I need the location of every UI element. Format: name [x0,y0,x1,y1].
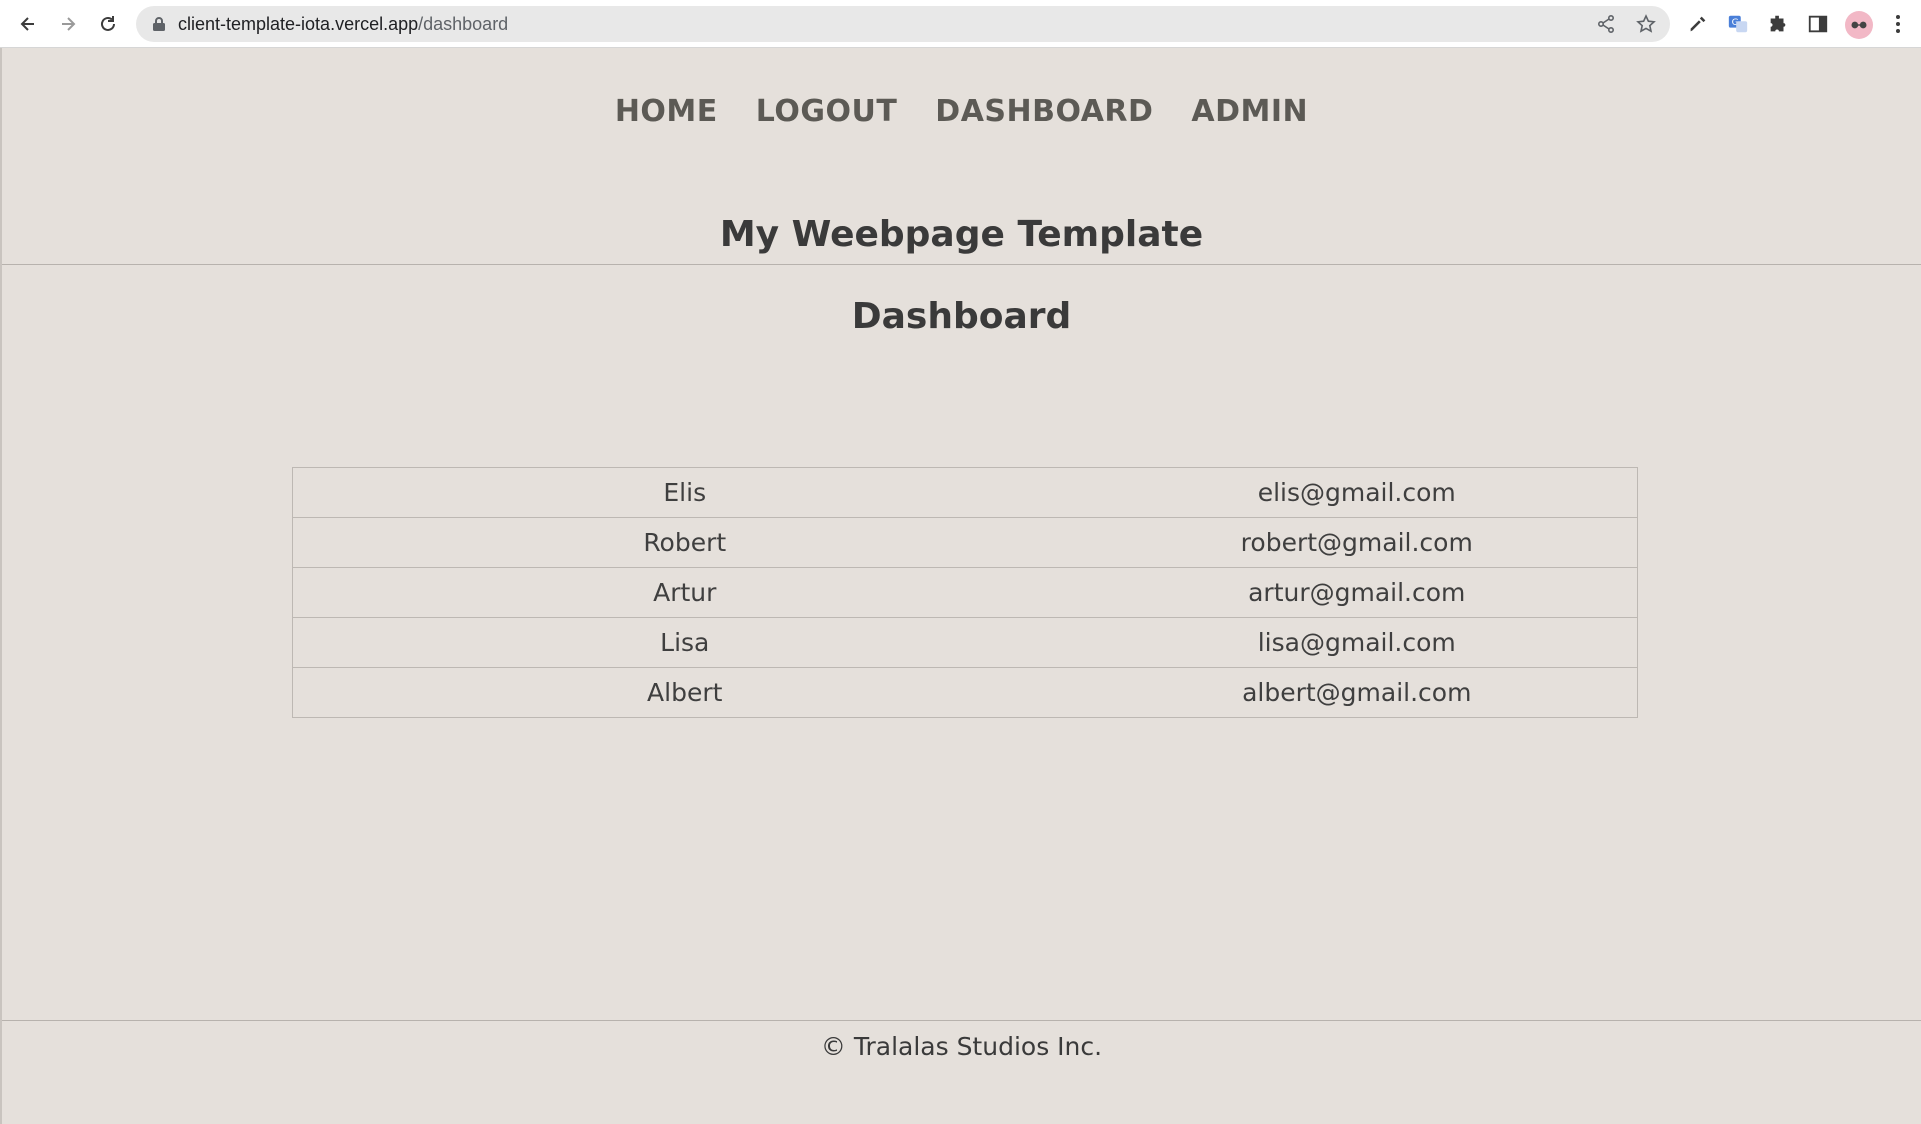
star-icon[interactable] [1636,14,1656,34]
url-path: /dashboard [418,14,509,34]
table-row: Robert robert@gmail.com [292,517,1638,568]
header-divider [2,264,1921,265]
nav-logout[interactable]: LOGOUT [756,94,898,129]
address-bar[interactable]: client-template-iota.vercel.app/dashboar… [136,6,1670,42]
eyedropper-icon[interactable] [1686,12,1710,36]
user-name: Elis [292,467,1077,518]
reload-icon[interactable] [93,9,123,39]
user-email: artur@gmail.com [1076,567,1638,618]
share-icon[interactable] [1596,14,1616,34]
browser-toolbar: client-template-iota.vercel.app/dashboar… [0,0,1921,48]
profile-avatar[interactable] [1845,11,1873,39]
user-email: robert@gmail.com [1076,517,1638,568]
page-title: Dashboard [851,296,1072,337]
table-row: Albert albert@gmail.com [292,667,1638,718]
user-name: Artur [292,567,1077,618]
url-host: client-template-iota.vercel.app [178,14,419,34]
users-table: Elis elis@gmail.com Robert robert@gmail.… [292,467,1638,718]
translate-icon[interactable]: G [1726,12,1750,36]
user-name: Robert [292,517,1077,568]
user-email: elis@gmail.com [1076,467,1638,518]
back-icon[interactable] [13,9,43,39]
user-name: Lisa [292,617,1077,668]
url-text[interactable]: client-template-iota.vercel.app/dashboar… [178,14,508,35]
footer-copyright: © Tralalas Studios Inc. [820,1032,1103,1061]
user-name: Albert [292,667,1077,718]
user-email: albert@gmail.com [1076,667,1638,718]
main-nav: HOME LOGOUT DASHBOARD ADMIN [2,94,1921,129]
user-email: lisa@gmail.com [1076,617,1638,668]
nav-admin[interactable]: ADMIN [1191,94,1308,129]
table-row: Artur artur@gmail.com [292,567,1638,618]
nav-home[interactable]: HOME [615,94,718,129]
lock-icon[interactable] [152,16,166,32]
nav-dashboard[interactable]: DASHBOARD [935,94,1153,129]
site-title: My Weebpage Template [719,214,1204,255]
menu-icon[interactable] [1892,12,1904,36]
side-panel-icon[interactable] [1806,12,1830,36]
glasses-icon [1851,21,1867,29]
forward-icon[interactable] [53,9,83,39]
page-content: HOME LOGOUT DASHBOARD ADMIN My Weebpage … [0,48,1921,1124]
footer-divider [2,1020,1921,1021]
table-row: Elis elis@gmail.com [292,467,1638,518]
extensions-icon[interactable] [1766,12,1790,36]
table-row: Lisa lisa@gmail.com [292,617,1638,668]
